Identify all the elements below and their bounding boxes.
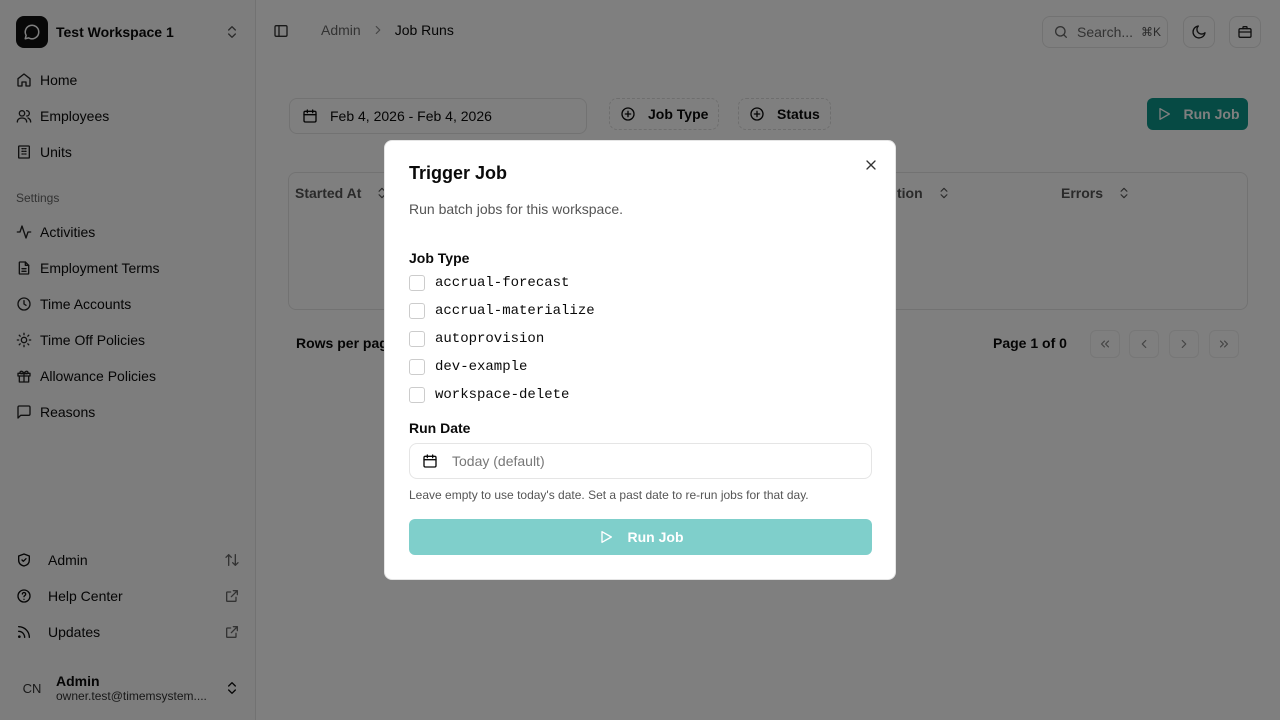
run-job-submit-button[interactable]: Run Job [409, 519, 872, 555]
run-date-hint: Leave empty to use today's date. Set a p… [409, 488, 809, 502]
checkbox[interactable] [409, 359, 425, 375]
option-label: dev-example [435, 359, 528, 375]
job-type-option[interactable]: workspace-delete [409, 385, 569, 405]
checkbox[interactable] [409, 303, 425, 319]
calendar-icon [422, 453, 438, 469]
checkbox[interactable] [409, 275, 425, 291]
job-type-option[interactable]: accrual-materialize [409, 301, 595, 321]
run-date-placeholder: Today (default) [452, 453, 545, 469]
checkbox[interactable] [409, 387, 425, 403]
job-type-option[interactable]: dev-example [409, 357, 527, 377]
submit-label: Run Job [627, 529, 684, 545]
run-date-picker[interactable]: Today (default) [409, 443, 872, 479]
job-type-option[interactable]: accrual-forecast [409, 273, 569, 293]
option-label: accrual-forecast [435, 275, 570, 291]
play-icon [598, 529, 614, 545]
run-date-label: Run Date [409, 420, 471, 436]
option-label: autoprovision [435, 331, 545, 347]
job-type-option[interactable]: autoprovision [409, 329, 544, 349]
close-icon[interactable] [863, 157, 879, 173]
job-type-label: Job Type [409, 250, 470, 266]
checkbox[interactable] [409, 331, 425, 347]
option-label: accrual-materialize [435, 303, 595, 319]
trigger-job-dialog: Trigger Job Run batch jobs for this work… [384, 140, 896, 580]
option-label: workspace-delete [435, 387, 570, 403]
dialog-title: Trigger Job [409, 163, 508, 183]
dialog-description: Run batch jobs for this workspace. [409, 201, 623, 217]
